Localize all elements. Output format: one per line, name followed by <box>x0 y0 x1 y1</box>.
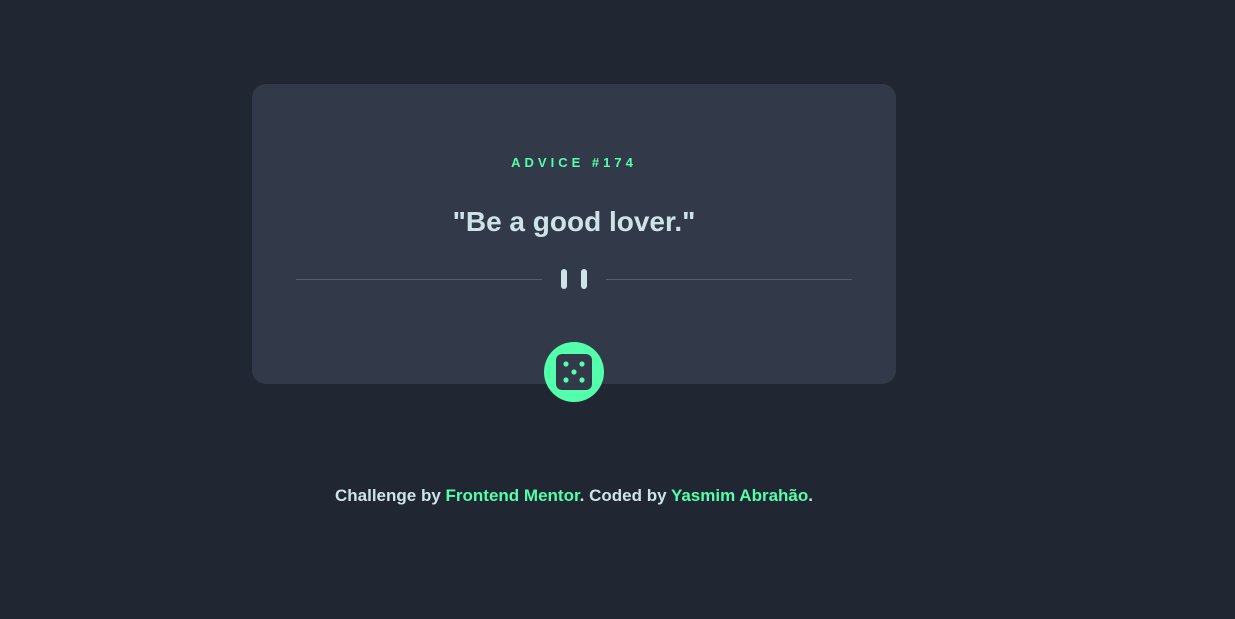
divider-line-right <box>606 279 852 280</box>
advice-label: ADVICE <box>511 155 585 170</box>
author-link[interactable]: Yasmim Abrahão <box>671 486 808 505</box>
pattern-divider <box>296 267 852 291</box>
pause-bar-right <box>581 269 587 289</box>
advice-card: ADVICE #174 "Be a good lover." <box>252 84 896 402</box>
attribution-footer: Challenge by Frontend Mentor. Coded by Y… <box>0 486 1148 506</box>
pause-icon <box>561 269 587 289</box>
footer-suffix: . <box>808 486 813 505</box>
advice-hash: # <box>591 155 604 170</box>
advice-id-heading: ADVICE #174 <box>252 154 896 172</box>
dice-icon <box>556 354 592 390</box>
footer-prefix: Challenge by <box>335 486 446 505</box>
advice-number: 174 <box>603 155 637 170</box>
new-advice-button[interactable] <box>544 342 604 402</box>
footer-middle: . Coded by <box>579 486 671 505</box>
divider-line-left <box>296 279 542 280</box>
advice-quote: "Be a good lover." <box>452 206 696 237</box>
pause-bar-left <box>561 269 567 289</box>
frontend-mentor-link[interactable]: Frontend Mentor <box>446 486 580 505</box>
